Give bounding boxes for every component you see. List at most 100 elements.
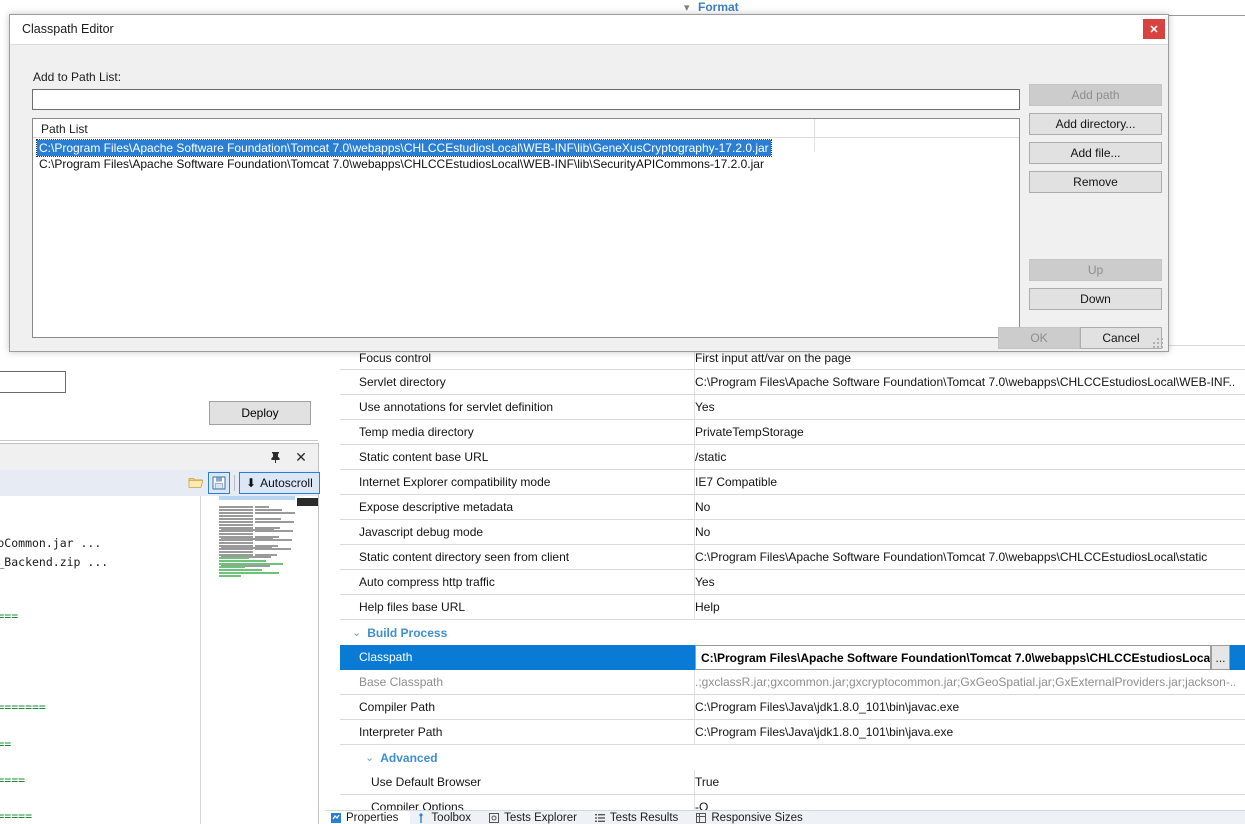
- pin-icon[interactable]: [266, 448, 284, 466]
- resize-grip-dot: [1161, 346, 1163, 348]
- resize-grip-dot: [1153, 346, 1155, 348]
- minimap-line: [219, 536, 295, 547]
- add-file-button[interactable]: Add file...: [1029, 142, 1162, 164]
- property-name: Expose descriptive metadata: [359, 500, 514, 514]
- property-row[interactable]: Base Classpath .;gxclassR.jar;gxcommon.ja…: [340, 670, 1245, 695]
- column-splitter[interactable]: [814, 119, 815, 138]
- property-row[interactable]: Expose descriptive metadata No: [340, 495, 1245, 520]
- open-folder-icon[interactable]: [186, 473, 206, 493]
- output-log-line: rted ==========: [0, 700, 46, 715]
- tab-toolbox[interactable]: Toolbox: [410, 811, 483, 824]
- property-row[interactable]: Interpreter Path C:\Program Files\Java\jd…: [340, 720, 1245, 745]
- classpath-browse-button[interactable]: ...: [1211, 645, 1230, 670]
- section-header-label: Advanced: [380, 750, 438, 765]
- output-log-line: [0, 644, 212, 662]
- property-value[interactable]: C:\Program Files\Apache Software Foundat…: [695, 645, 1211, 670]
- property-value[interactable]: No: [695, 520, 1235, 544]
- tab-tests-results[interactable]: Tests Results: [589, 811, 690, 824]
- property-row[interactable]: Static content directory seen from clien…: [340, 545, 1245, 570]
- output-log-line: [0, 680, 212, 698]
- add-directory-button[interactable]: Add directory...: [1029, 113, 1162, 135]
- property-value[interactable]: Yes: [695, 570, 1235, 594]
- chevron-down-icon[interactable]: ⌄: [352, 626, 361, 639]
- format-section-label[interactable]: Format: [698, 0, 739, 14]
- property-row[interactable]: Classpath C:\Program Files\Apache Softwar…: [340, 645, 1245, 670]
- minimap-line: [219, 509, 295, 520]
- path-list-item[interactable]: C:\Program Files\Apache Software Foundat…: [36, 139, 772, 157]
- move-up-button[interactable]: Up: [1029, 259, 1162, 281]
- property-row[interactable]: Compiler Path C:\Program Files\Java\jdk1.…: [340, 695, 1245, 720]
- property-value[interactable]: Help: [695, 595, 1235, 619]
- deploy-text-input[interactable]: [0, 371, 66, 393]
- minimap-scroll-thumb[interactable]: [297, 498, 318, 506]
- resize-grip-dot: [1153, 342, 1155, 344]
- add-path-input[interactable]: [32, 89, 1020, 110]
- property-value[interactable]: /static: [695, 445, 1235, 469]
- output-log-line: [0, 516, 212, 534]
- deploy-button[interactable]: Deploy: [209, 401, 311, 425]
- property-value[interactable]: True: [695, 770, 1235, 794]
- add-path-button[interactable]: Add path: [1029, 84, 1162, 106]
- property-row[interactable]: Internet Explorer compatibility mode IE7 …: [340, 470, 1245, 495]
- autoscroll-label: Autoscroll: [260, 476, 313, 490]
- dialog-titlebar: Classpath Editor ✕: [10, 15, 1168, 45]
- property-row[interactable]: Javascript debug mode No: [340, 520, 1245, 545]
- toolbar-separator: [234, 475, 235, 491]
- property-value[interactable]: Yes: [695, 395, 1235, 419]
- output-log-line: ed ==========: [0, 809, 33, 824]
- output-minimap[interactable]: [219, 497, 295, 577]
- resize-grip-dot: [1161, 338, 1163, 340]
- tab-tests-explorer[interactable]: Tests Explorer: [483, 811, 589, 824]
- tab-properties[interactable]: Properties: [325, 811, 411, 824]
- down-arrow-icon: ⬇: [246, 476, 257, 490]
- output-log-line: [0, 789, 212, 807]
- property-row[interactable]: Temp media directory PrivateTempStorage: [340, 420, 1245, 445]
- close-icon[interactable]: ✕: [1143, 19, 1165, 39]
- deploy-pane: [0, 348, 318, 441]
- move-down-button[interactable]: Down: [1029, 288, 1162, 310]
- chevron-down-icon[interactable]: ⌄: [365, 751, 374, 764]
- property-value[interactable]: .;gxclassR.jar;gxcommon.jar;gxcryptocomm…: [695, 670, 1235, 694]
- tab-responsive-sizes[interactable]: Responsive Sizes: [690, 811, 814, 824]
- property-value[interactable]: C:\Program Files\Java\jdk1.8.0_101\bin\j…: [695, 720, 1235, 744]
- section-header-advanced[interactable]: ⌄ Advanced: [340, 745, 1245, 770]
- property-row[interactable]: Use Default Browser True: [340, 770, 1245, 795]
- save-icon[interactable]: [208, 472, 230, 494]
- property-row[interactable]: Use annotations for servlet definition Ye…: [340, 395, 1245, 420]
- ok-button[interactable]: OK: [998, 327, 1080, 349]
- cancel-button[interactable]: Cancel: [1080, 327, 1162, 349]
- minimap-line: [219, 551, 295, 562]
- output-log-text: . \gxcryptoCommon.jar ... Java\GAM_Backen…: [0, 498, 212, 824]
- path-list[interactable]: Path List C:\Program Files\Apache Softwa…: [32, 118, 1020, 338]
- property-row[interactable]: Static content base URL/static: [340, 445, 1245, 470]
- minimap-line: [219, 533, 295, 558]
- property-value[interactable]: C:\Program Files\Java\jdk1.8.0_101\bin\j…: [695, 695, 1235, 719]
- close-icon[interactable]: ✕: [292, 448, 310, 466]
- output-log-line: [0, 625, 212, 643]
- autoscroll-button[interactable]: ⬇ Autoscroll: [239, 472, 320, 494]
- section-header-build-process[interactable]: ⌄ Build Process: [340, 620, 1245, 645]
- minimap-line: [219, 527, 295, 538]
- property-value[interactable]: C:\Program Files\Apache Software Foundat…: [695, 545, 1235, 569]
- path-list-item[interactable]: C:\Program Files\Apache Software Foundat…: [37, 156, 766, 172]
- chevron-down-icon[interactable]: ▾: [684, 1, 690, 14]
- property-row[interactable]: Servlet directory C:\Program Files\Apache…: [340, 370, 1245, 395]
- minimap-line: [219, 512, 295, 523]
- property-value[interactable]: C:\Program Files\Apache Software Foundat…: [695, 370, 1235, 394]
- output-panel-body[interactable]: . \gxcryptoCommon.jar ... Java\GAM_Backen…: [0, 496, 318, 824]
- property-value[interactable]: No: [695, 495, 1235, 519]
- remove-button[interactable]: Remove: [1029, 171, 1162, 193]
- minimap-line: [219, 500, 295, 511]
- minimap-line: [219, 503, 295, 514]
- property-value[interactable]: PrivateTempStorage: [695, 420, 1235, 444]
- section-header-label: Build Process: [367, 625, 448, 640]
- properties-grid: Focus control First input att/var on the …: [340, 345, 1245, 820]
- property-value[interactable]: IE7 Compatible: [695, 470, 1235, 494]
- property-row[interactable]: Auto compress http traffic Yes: [340, 570, 1245, 595]
- minimap-line: [219, 563, 295, 574]
- property-name: Temp media directory: [359, 425, 474, 439]
- resize-grip[interactable]: [1153, 338, 1164, 349]
- property-row[interactable]: Help files base URL Help: [340, 595, 1245, 620]
- property-name: Classpath: [359, 650, 413, 664]
- dialog-title: Classpath Editor: [22, 22, 114, 36]
